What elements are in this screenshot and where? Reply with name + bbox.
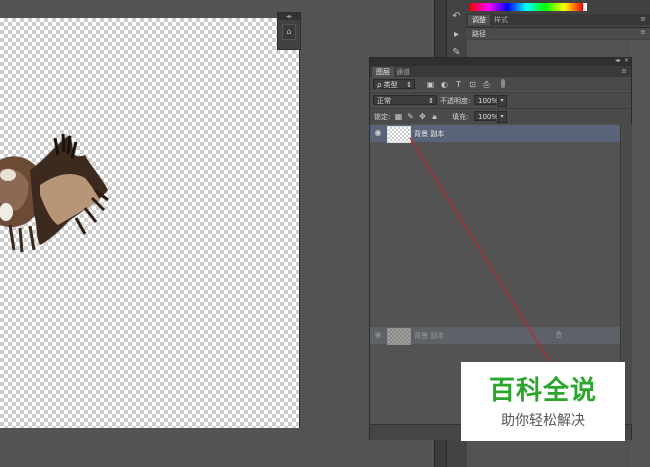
- opacity-label: 不透明度:: [440, 97, 471, 105]
- panel-titlebar[interactable]: ◂▸ ✕: [370, 57, 631, 66]
- color-spectrum[interactable]: [470, 3, 583, 11]
- eye-icon[interactable]: ◉: [373, 129, 383, 137]
- close-icon[interactable]: ✕: [624, 57, 629, 64]
- history-icon[interactable]: ↶: [450, 10, 463, 23]
- layers-tab-bar: 图层 通道 ≡: [370, 66, 631, 77]
- lock-label: 锁定:: [374, 113, 391, 121]
- fill-input[interactable]: 100%: [474, 111, 499, 121]
- tab-adjustments[interactable]: 调整: [468, 15, 490, 25]
- eye-icon: ◉: [374, 330, 382, 339]
- fill-slider-button[interactable]: ▾: [497, 111, 507, 123]
- chevron-down-icon: ⇕: [428, 97, 434, 105]
- blend-row: 正常 ⇕ 不透明度: 100% ▾: [370, 92, 631, 108]
- shape-filter-icon[interactable]: ⊡: [468, 80, 477, 89]
- dragged-layer-ghost: ◉ 背景 副本 ✋︎: [370, 327, 620, 345]
- pixel-filter-icon[interactable]: ▣: [426, 80, 435, 89]
- tab-paths[interactable]: 路径: [468, 29, 490, 39]
- panel-menu-icon[interactable]: ≡: [640, 28, 646, 36]
- layer-kind-dropdown[interactable]: ρ 类型 ⇕: [373, 79, 415, 89]
- layer-name: 背景 副本: [414, 130, 445, 138]
- panel-menu-icon[interactable]: ≡: [621, 67, 627, 75]
- panel-tool-icon[interactable]: ⌂: [282, 24, 296, 40]
- panel-menu-icon[interactable]: ≡: [640, 15, 646, 23]
- lock-transparent-icon[interactable]: ▦: [394, 112, 403, 121]
- type-filter-icon[interactable]: T: [454, 80, 463, 89]
- tab-styles[interactable]: 样式: [490, 15, 512, 25]
- filter-toggle[interactable]: [501, 79, 505, 88]
- opacity-input[interactable]: 100%: [474, 95, 499, 105]
- layer-row[interactable]: ◉ 背景 副本: [370, 125, 620, 143]
- collapse-icon[interactable]: ◂▸: [615, 57, 621, 64]
- opacity-slider-button[interactable]: ▾: [497, 95, 507, 107]
- fill-label: 填充:: [452, 113, 469, 121]
- smart-object-filter-icon[interactable]: ⎙: [482, 80, 491, 89]
- actions-icon[interactable]: ▸: [450, 28, 463, 41]
- watermark-subtitle: 助你轻松解决: [501, 413, 585, 429]
- grab-hand-icon: ✋︎: [556, 330, 562, 341]
- color-white-swatch[interactable]: [583, 3, 587, 11]
- lock-all-icon[interactable]: 🔒︎: [430, 112, 439, 121]
- chevron-down-icon: ⇕: [406, 81, 412, 89]
- adjustments-tab-bar: 调整 样式 ≡: [466, 14, 650, 25]
- document-canvas[interactable]: [0, 18, 300, 428]
- collapsed-panel-strip: ◂▸ ⌂: [277, 12, 301, 50]
- layer-kind-label: ρ 类型: [377, 81, 398, 89]
- fill-value: 100%: [478, 113, 499, 121]
- paths-row[interactable]: 路径 ≡: [466, 27, 650, 39]
- tab-channels[interactable]: 通道: [392, 67, 414, 77]
- adjustment-filter-icon[interactable]: ◐: [440, 80, 449, 89]
- watermark-title: 百科全说: [488, 376, 597, 406]
- blend-mode-label: 正常: [377, 97, 391, 105]
- layer-thumbnail: [387, 126, 411, 143]
- watermark: 百科全说 助你轻松解决: [461, 362, 625, 441]
- layer-filter-row: ρ 类型 ⇕ ▣ ◐ T ⊡ ⎙: [370, 77, 631, 91]
- collapse-arrows-icon[interactable]: ◂▸: [278, 13, 300, 20]
- opacity-value: 100%: [478, 97, 499, 105]
- lock-position-icon[interactable]: ✥: [418, 112, 427, 121]
- blend-mode-dropdown[interactable]: 正常 ⇕: [373, 95, 437, 105]
- eagle-image: [0, 133, 109, 253]
- lock-row: 锁定: ▦ ✎ ✥ 🔒︎ 填充: 100% ▾: [370, 108, 631, 124]
- layer-thumbnail: [387, 328, 411, 345]
- dock-background: [630, 40, 650, 467]
- tab-layers[interactable]: 图层: [372, 67, 394, 77]
- layer-name: 背景 副本: [414, 332, 445, 340]
- lock-pixels-icon[interactable]: ✎: [406, 112, 415, 121]
